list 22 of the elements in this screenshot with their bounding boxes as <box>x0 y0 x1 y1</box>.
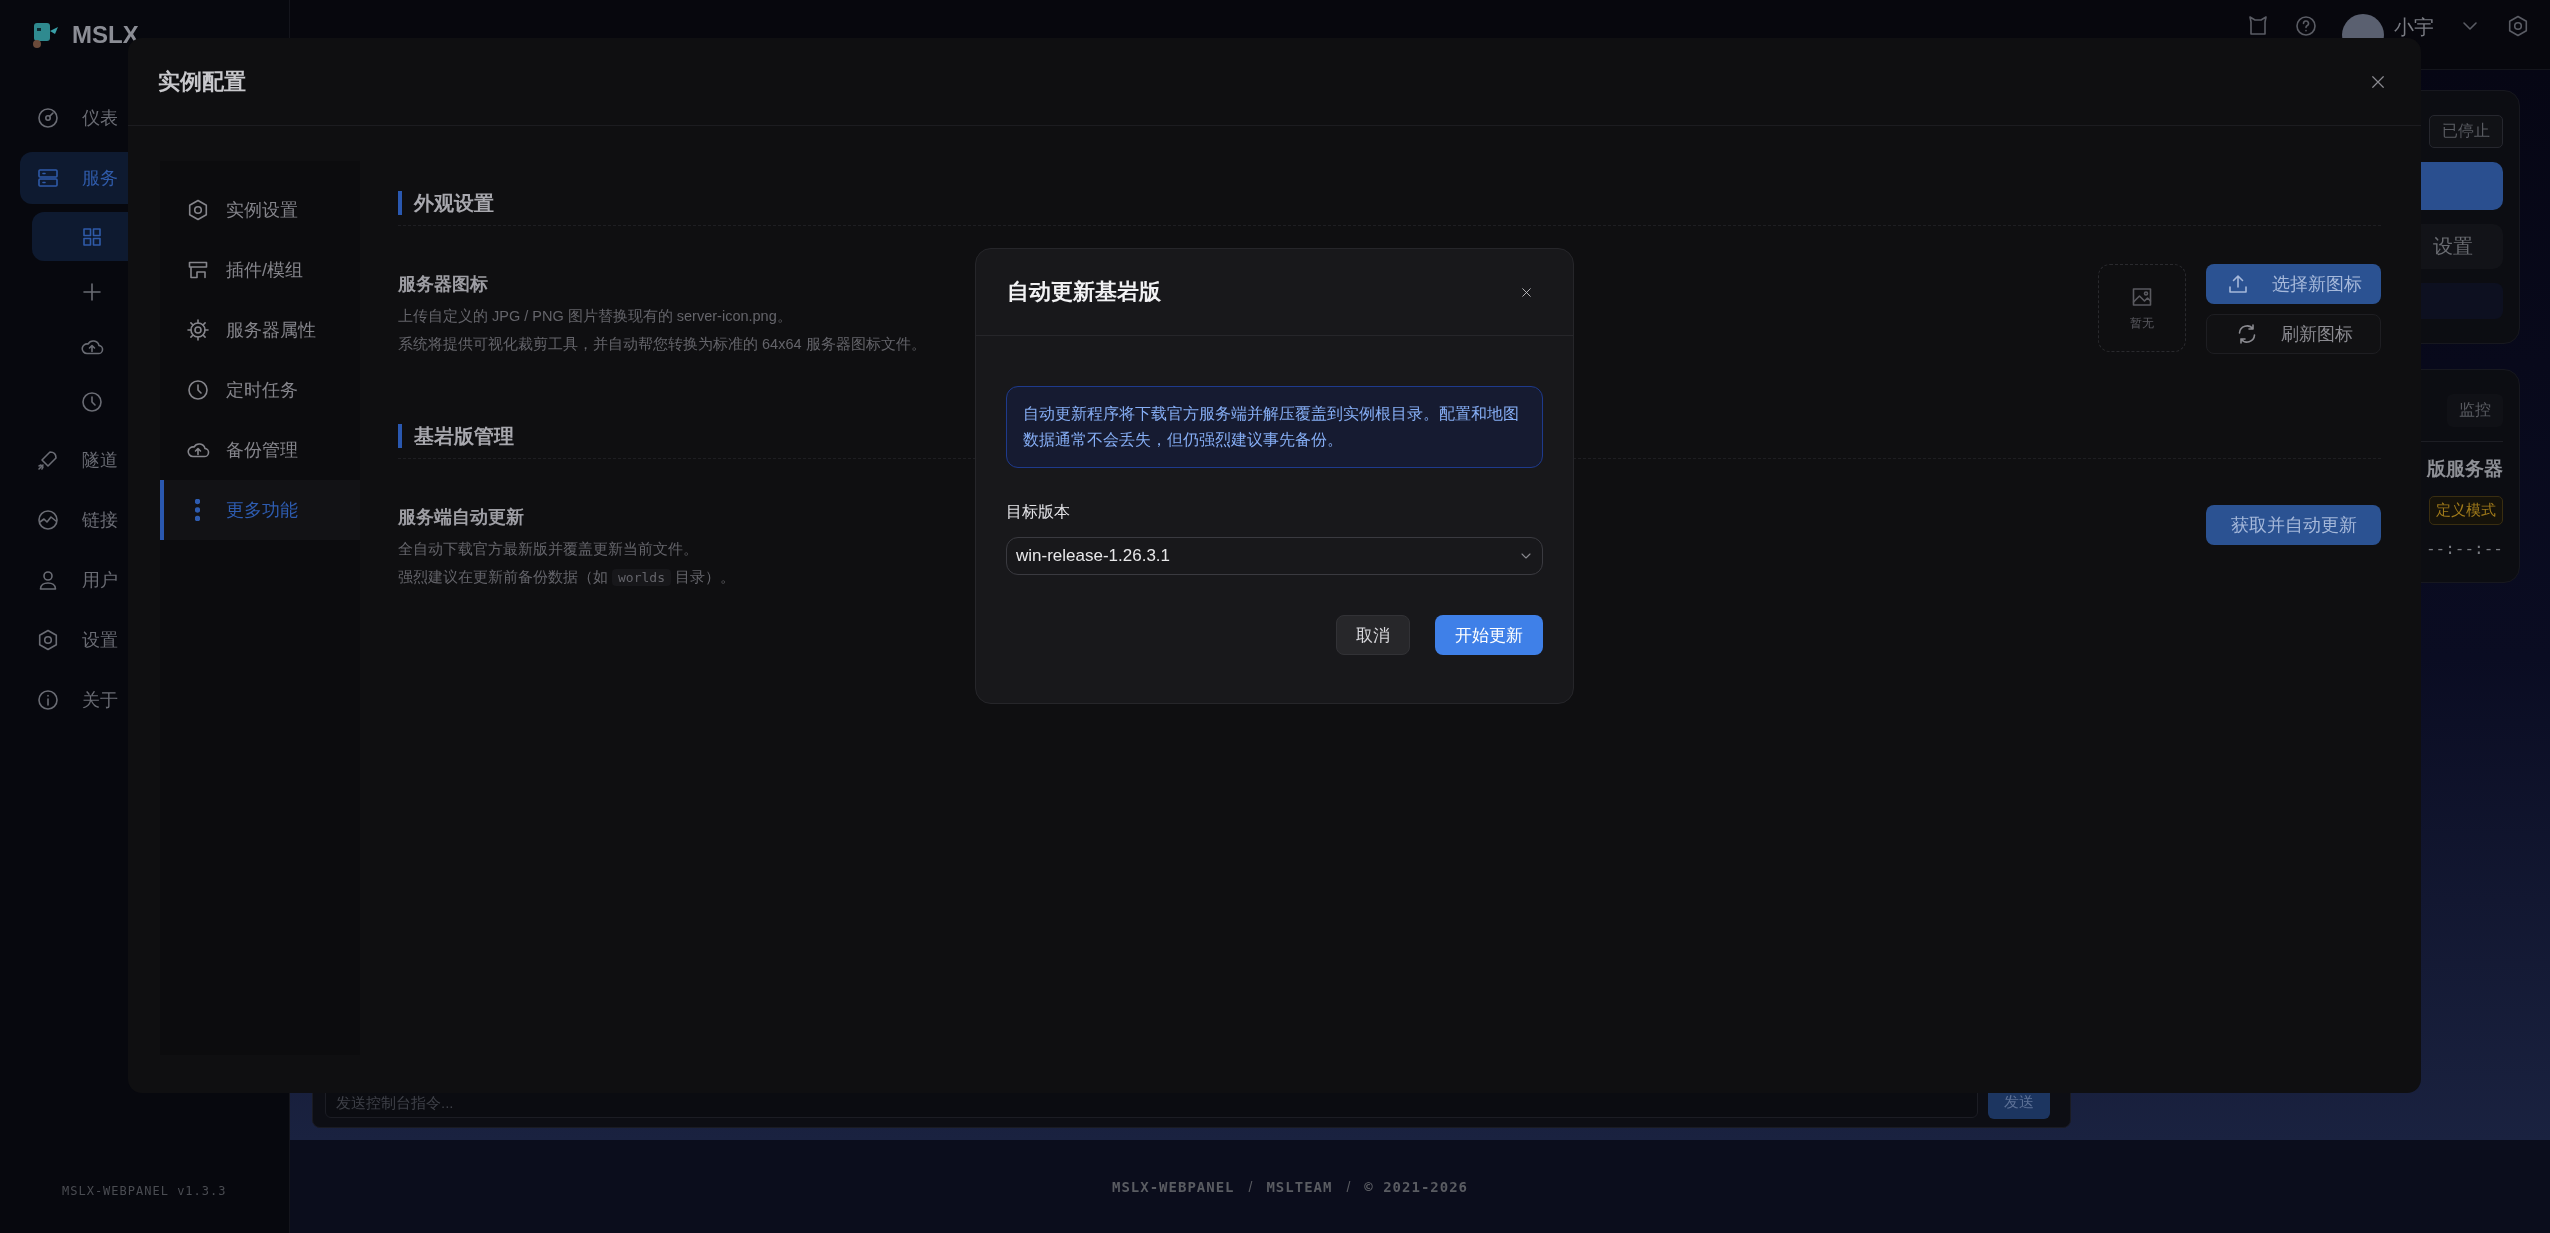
section-title: 基岩版管理 <box>398 424 514 448</box>
user-name: 小宇 <box>2394 16 2434 38</box>
version-label: MSLX-WEBPANEL v1.3.3 <box>61 1184 228 1200</box>
setting-title: 服务端自动更新 <box>398 506 525 529</box>
setting-description: 上传自定义的 JPG / PNG 图片替换现有的 server-icon.png。 <box>398 307 793 326</box>
field-label: 目标版本 <box>1006 502 1071 522</box>
mode-tag: 定义模式 <box>2429 496 2503 525</box>
dialog-title: 自动更新基岩版 <box>1007 278 1161 306</box>
setting-title: 服务器图标 <box>398 273 489 296</box>
setting-description: 全自动下载官方最新版并覆盖更新当前文件。 <box>398 540 699 559</box>
brand-title: MSLX <box>72 21 139 49</box>
separator-slash: / <box>1346 1178 1351 1195</box>
setting-description: 系统将提供可视化裁剪工具，并自动帮您转换为标准的 64x64 服务器图标文件。 <box>398 335 926 354</box>
uptime-text: --:--:-- <box>2425 539 2503 558</box>
dialog-title: 实例配置 <box>158 67 246 96</box>
server-title: 版服务器 <box>2427 457 2503 481</box>
section-title: 外观设置 <box>398 191 494 215</box>
warning-alert: 自动更新程序将下载官方服务端并解压覆盖到实例根目录。配置和地图数据通常不会丢失，但仍强烈建议事先备份。 <box>1006 386 1543 468</box>
empty-label: 暂无 <box>2130 314 2154 332</box>
setting-description: 强烈建议在更新前备份数据（如 worlds 目录）。 <box>398 568 736 587</box>
separator-slash: / <box>1248 1178 1253 1195</box>
status-tag: 已停止 <box>2429 115 2503 148</box>
